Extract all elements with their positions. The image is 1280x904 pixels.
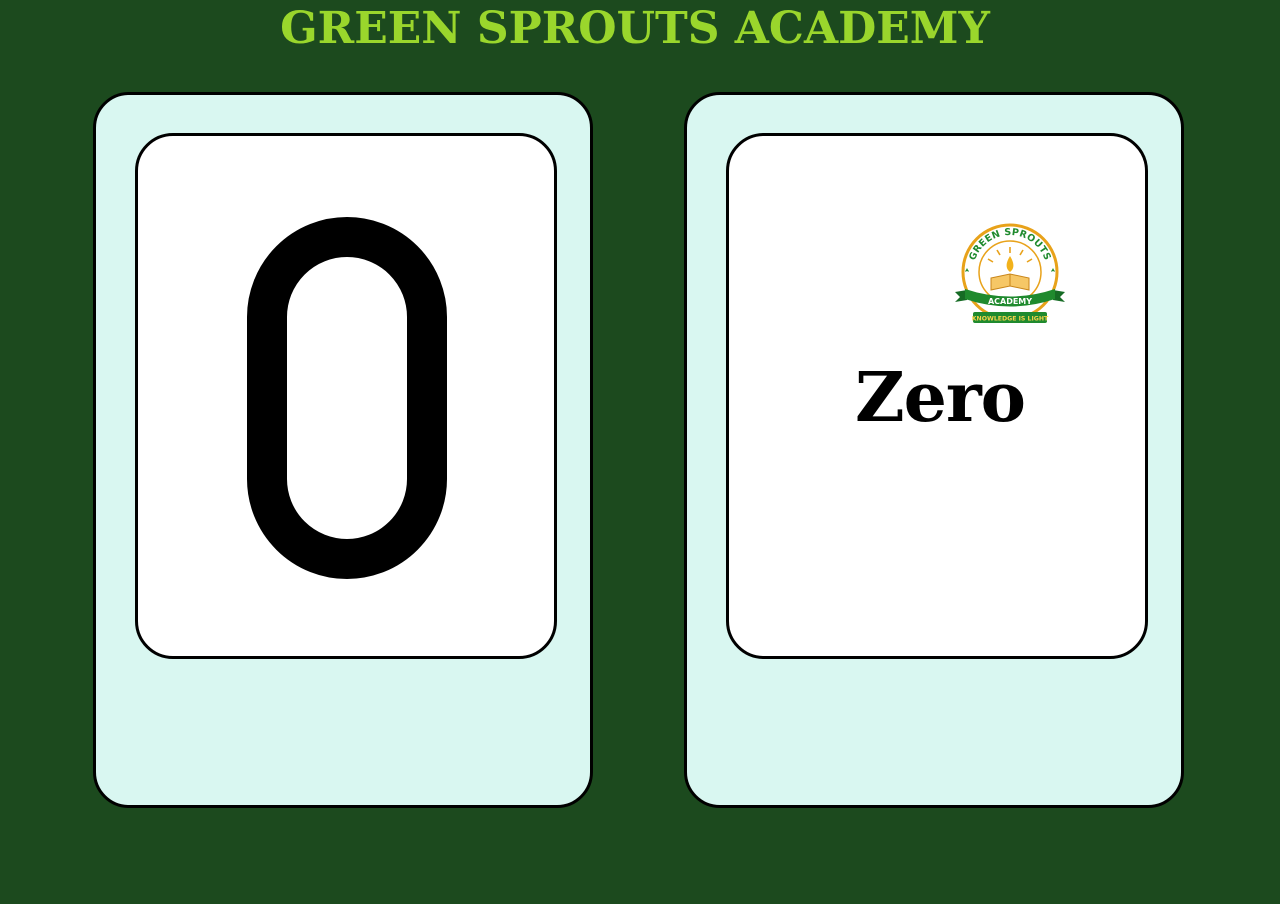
word-card: GREEN SPROUTS ACADEMY KNOWLEDGE IS LIGHT…: [684, 92, 1184, 808]
academy-logo: GREEN SPROUTS ACADEMY KNOWLEDGE IS LIGHT: [955, 223, 1065, 323]
page-title: GREEN SPROUTS ACADEMY: [280, 3, 990, 54]
number-word: Zero: [854, 358, 1026, 438]
word-panel: GREEN SPROUTS ACADEMY KNOWLEDGE IS LIGHT…: [726, 133, 1148, 659]
logo-motto: KNOWLEDGE IS LIGHT: [972, 316, 1049, 323]
logo-banner-text: ACADEMY: [988, 297, 1032, 306]
numeral-glyph: 0: [247, 217, 447, 579]
numeral-panel: 0: [135, 133, 557, 659]
numeral-card: 0: [93, 92, 593, 808]
